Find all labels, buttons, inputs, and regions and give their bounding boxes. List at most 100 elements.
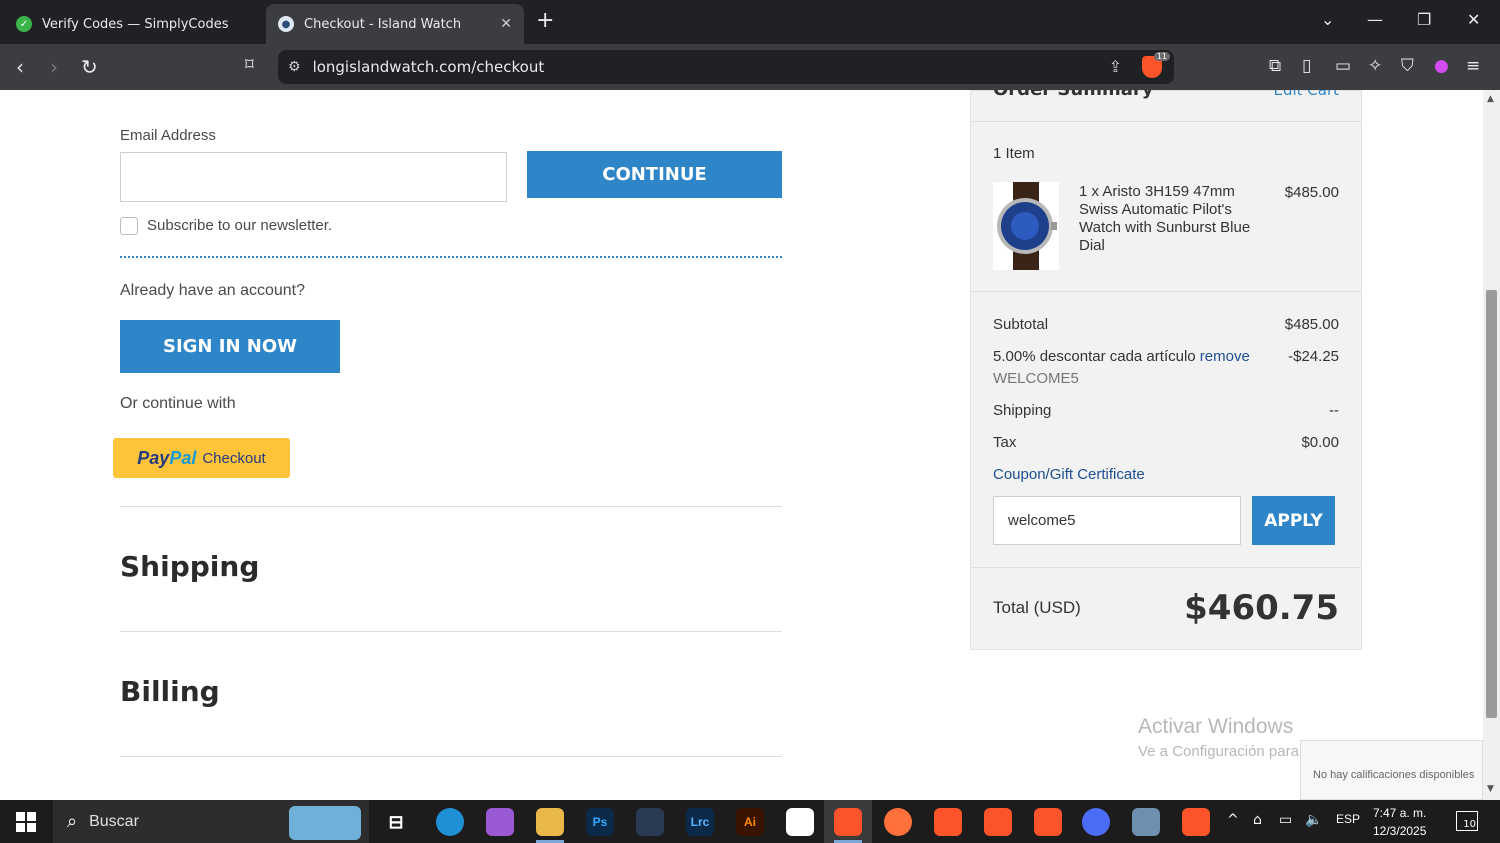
tab-search-chevron-icon[interactable]: ⌄	[1321, 10, 1334, 29]
subtotal-label: Subtotal	[993, 316, 1049, 333]
meet-icon[interactable]: ⌂	[1253, 812, 1262, 828]
email-label: Email Address	[120, 127, 216, 144]
browser-tab-bar: ✓ Verify Codes — SimplyCodes ● Checkout …	[0, 0, 1500, 44]
brave-icon[interactable]	[834, 808, 862, 836]
windows-taskbar: ⌕ Buscar ⊟ Ps Lrc Ai ^ ⌂ ▭ 🔈 ESP 7:47 a.…	[0, 800, 1500, 843]
profile-icon[interactable]: ●	[1434, 56, 1449, 76]
account-question: Already have an account?	[120, 282, 306, 299]
leo-ai-icon[interactable]: ✧	[1368, 56, 1382, 76]
share-icon[interactable]: ⇪	[1109, 57, 1122, 76]
taskbar-search[interactable]: ⌕ Buscar	[53, 800, 369, 843]
minimize-button[interactable]: —	[1367, 10, 1383, 29]
tax-label: Tax	[993, 434, 1017, 451]
page-scrollbar[interactable]: ▲ ▼	[1483, 90, 1500, 800]
show-hidden-icons-icon[interactable]: ^	[1227, 812, 1239, 828]
lightroom-icon[interactable]: Lrc	[686, 808, 714, 836]
or-continue-label: Or continue with	[120, 395, 236, 412]
firefox-icon[interactable]	[884, 808, 912, 836]
divider	[971, 567, 1361, 568]
product-name: 1 x Aristo 3H159 47mm Swiss Automatic Pi…	[1079, 183, 1251, 254]
scroll-down-arrow-icon[interactable]: ▼	[1487, 784, 1494, 794]
ratings-widget: No hay calificaciones disponibles	[1300, 740, 1483, 800]
vpn-icon[interactable]: ⛉	[1401, 56, 1414, 76]
product-image	[993, 182, 1059, 270]
clock[interactable]: 7:47 a. m. 12/3/2025	[1373, 804, 1426, 840]
subtotal-value: $485.00	[1284, 316, 1339, 333]
coupon-link[interactable]: Coupon/Gift Certificate	[993, 466, 1145, 483]
close-window-button[interactable]: ✕	[1467, 10, 1480, 29]
paypal-checkout-text: Checkout	[202, 449, 266, 467]
reload-button[interactable]: ↻	[81, 55, 98, 79]
url-text: longislandwatch.com/checkout	[312, 58, 545, 76]
brave-profile-icon[interactable]	[934, 808, 962, 836]
restore-button[interactable]: ❐	[1417, 10, 1431, 29]
brave-profile-icon[interactable]	[1182, 808, 1210, 836]
product-price: $485.00	[1284, 184, 1339, 201]
newsletter-checkbox[interactable]	[120, 217, 138, 235]
edge-icon[interactable]	[436, 808, 464, 836]
back-button[interactable]: ‹	[16, 55, 24, 79]
total-value: $460.75	[1184, 588, 1339, 628]
apply-coupon-button[interactable]: APPLY	[1252, 496, 1335, 545]
order-summary-panel: Order Summary Edit Cart 1 Item 1 x Arist…	[970, 90, 1362, 650]
volume-icon[interactable]: 🔈	[1305, 812, 1322, 828]
microsoft-store-icon[interactable]	[786, 808, 814, 836]
tax-value: $0.00	[1301, 434, 1339, 451]
watermark-title: Activar Windows	[1138, 715, 1294, 738]
remove-discount-link[interactable]: remove	[1200, 348, 1250, 365]
coupon-input[interactable]: welcome5	[993, 496, 1241, 545]
task-view-icon[interactable]: ⊟	[382, 808, 410, 836]
checkout-page: Email Address CONTINUE Subscribe to our …	[0, 90, 1483, 800]
forward-button[interactable]: ›	[50, 55, 58, 79]
menu-icon[interactable]: ≡	[1466, 56, 1480, 76]
browser-toolbar: ‹ › ↻ ⌑ ⚙ longislandwatch.com/checkout ⇪…	[0, 44, 1500, 90]
email-input[interactable]	[120, 152, 507, 202]
search-label: Buscar	[89, 812, 139, 830]
search-icon: ⌕	[67, 811, 78, 832]
network-icon[interactable]: ▭	[1279, 812, 1292, 828]
windows-start-icon[interactable]	[16, 812, 36, 832]
language-indicator[interactable]: ESP	[1336, 812, 1360, 826]
brave-profile-icon[interactable]	[1034, 808, 1062, 836]
search-highlight-image	[289, 806, 361, 840]
paypal-pal-text: Pal	[169, 447, 197, 468]
shipping-heading: Shipping	[120, 550, 260, 583]
order-summary-title: Order Summary	[993, 90, 1153, 100]
clock-date: 12/3/2025	[1373, 824, 1427, 838]
total-label: Total (USD)	[993, 598, 1081, 617]
discount-code: WELCOME5	[993, 370, 1079, 387]
paypal-checkout-button[interactable]: Pay Pal Checkout	[113, 438, 290, 478]
new-tab-button[interactable]: +	[536, 8, 554, 33]
photoshop-icon[interactable]: Ps	[586, 808, 614, 836]
bookmark-icon[interactable]: ⌑	[245, 55, 254, 75]
discount-description: 5.00% descontar cada artículo	[993, 348, 1196, 365]
app-icon[interactable]	[1132, 808, 1160, 836]
address-bar[interactable]: ⚙ longislandwatch.com/checkout ⇪ 11	[278, 50, 1174, 84]
davinci-icon[interactable]	[636, 808, 664, 836]
wallet-icon[interactable]: ▭	[1335, 56, 1351, 76]
tab-island-watch[interactable]: ● Checkout - Island Watch ✕	[266, 4, 524, 44]
site-info-icon[interactable]: ⚙	[288, 59, 301, 75]
extensions-icon[interactable]: ⧉	[1269, 56, 1281, 76]
edit-cart-link[interactable]: Edit Cart	[1273, 90, 1339, 99]
illustrator-icon[interactable]: Ai	[736, 808, 764, 836]
notifications-icon[interactable]: 10	[1456, 811, 1478, 831]
divider	[971, 121, 1361, 122]
island-watch-favicon-icon: ●	[278, 16, 294, 32]
chat-app-icon[interactable]	[1082, 808, 1110, 836]
close-tab-icon[interactable]: ✕	[500, 16, 512, 32]
shipping-value: --	[1329, 402, 1339, 419]
section-divider	[120, 256, 782, 258]
brave-profile-icon[interactable]	[984, 808, 1012, 836]
copilot-icon[interactable]	[486, 808, 514, 836]
scroll-thumb[interactable]	[1486, 290, 1497, 718]
shields-count-badge: 11	[1153, 52, 1170, 61]
sidebar-icon[interactable]: ▯	[1302, 56, 1311, 76]
tab-title: Verify Codes — SimplyCodes	[42, 16, 229, 32]
file-explorer-icon[interactable]	[536, 808, 564, 836]
discount-value: -$24.25	[1288, 348, 1339, 365]
sign-in-button[interactable]: SIGN IN NOW	[120, 320, 340, 373]
scroll-up-arrow-icon[interactable]: ▲	[1487, 94, 1494, 104]
continue-button[interactable]: CONTINUE	[527, 151, 782, 198]
tab-simplycodes[interactable]: ✓ Verify Codes — SimplyCodes	[4, 4, 262, 44]
